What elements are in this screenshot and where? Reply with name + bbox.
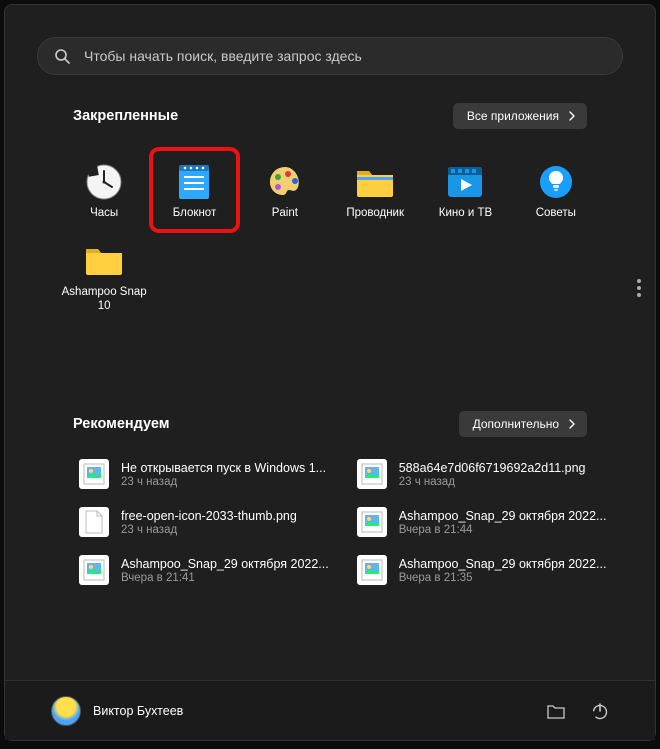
file-thumb-icon: [79, 507, 109, 537]
search-icon: [54, 48, 70, 64]
app-label: Часы: [90, 206, 118, 220]
footer-right: [547, 702, 609, 720]
search-box[interactable]: Чтобы начать поиск, введите запрос здесь: [37, 37, 623, 75]
recommended-item[interactable]: Ashampoo_Snap_29 октября 2022...Вчера в …: [73, 551, 335, 589]
app-label: Ashampoo Snap 10: [59, 285, 149, 314]
image-thumb-icon: [79, 459, 109, 489]
item-time: Вчера в 21:41: [121, 572, 329, 584]
tips-icon: [536, 162, 576, 202]
pinned-title: Закрепленные: [73, 108, 178, 124]
recommended-item[interactable]: 588a64e7d06f6719692a2d11.png23 ч назад: [351, 455, 613, 493]
app-tile-explorer[interactable]: Проводник: [330, 147, 420, 233]
notepad-icon: [174, 162, 214, 202]
recommended-title: Рекомендуем: [73, 416, 170, 432]
item-time: 23 ч назад: [121, 524, 297, 536]
recommended-item[interactable]: Ashampoo_Snap_29 октября 2022...Вчера в …: [351, 503, 613, 541]
all-apps-button[interactable]: Все приложения: [453, 103, 587, 129]
pinned-section: Закрепленные Все приложения Часы Блокнот: [37, 103, 623, 319]
image-thumb-icon: [357, 459, 387, 489]
app-tile-movies[interactable]: Кино и ТВ: [420, 147, 510, 233]
clock-icon: [84, 162, 124, 202]
explorer-icon: [355, 162, 395, 202]
app-tile-notepad[interactable]: Блокнот: [149, 147, 239, 233]
item-name: 588a64e7d06f6719692a2d11.png: [399, 461, 586, 475]
start-menu-panel: Чтобы начать поиск, введите запрос здесь…: [4, 4, 656, 741]
item-time: Вчера в 21:44: [399, 524, 607, 536]
user-button[interactable]: Виктор Бухтеев: [51, 696, 183, 726]
image-thumb-icon: [357, 555, 387, 585]
folder-icon: [84, 241, 124, 281]
item-time: 23 ч назад: [121, 476, 326, 488]
recommended-item[interactable]: Ashampoo_Snap_29 октября 2022...Вчера в …: [351, 551, 613, 589]
item-name: Ashampoo_Snap_29 октября 2022...: [399, 557, 607, 571]
more-label: Дополнительно: [473, 417, 559, 431]
search-placeholder: Чтобы начать поиск, введите запрос здесь: [84, 48, 362, 64]
app-label: Кино и ТВ: [439, 206, 492, 220]
pinned-grid: Часы Блокнот Paint Проводник: [59, 147, 601, 319]
app-tile-ashampoo[interactable]: Ashampoo Snap 10: [59, 233, 149, 319]
app-label: Paint: [272, 206, 298, 220]
app-tile-paint[interactable]: Paint: [240, 147, 330, 233]
user-name: Виктор Бухтеев: [93, 704, 183, 718]
app-tile-clock[interactable]: Часы: [59, 147, 149, 233]
item-name: Не открывается пуск в Windows 1...: [121, 461, 326, 475]
chevron-right-icon: [567, 111, 577, 121]
app-tile-tips[interactable]: Советы: [511, 147, 601, 233]
image-thumb-icon: [79, 555, 109, 585]
documents-icon[interactable]: [547, 703, 565, 719]
power-icon[interactable]: [591, 702, 609, 720]
item-name: Ashampoo_Snap_29 октября 2022...: [121, 557, 329, 571]
start-footer: Виктор Бухтеев: [5, 680, 655, 740]
all-apps-label: Все приложения: [467, 109, 559, 123]
app-label: Советы: [536, 206, 576, 220]
more-button[interactable]: Дополнительно: [459, 411, 587, 437]
movies-icon: [445, 162, 485, 202]
pinned-header: Закрепленные Все приложения: [73, 103, 587, 129]
recommended-item[interactable]: free-open-icon-2033-thumb.png23 ч назад: [73, 503, 335, 541]
recommended-grid: Не открывается пуск в Windows 1...23 ч н…: [73, 455, 587, 589]
item-time: Вчера в 21:35: [399, 572, 607, 584]
avatar: [51, 696, 81, 726]
app-label: Блокнот: [173, 206, 216, 220]
item-time: 23 ч назад: [399, 476, 586, 488]
paint-icon: [265, 162, 305, 202]
item-name: free-open-icon-2033-thumb.png: [121, 509, 297, 523]
chevron-right-icon: [567, 419, 577, 429]
recommended-item[interactable]: Не открывается пуск в Windows 1...23 ч н…: [73, 455, 335, 493]
image-thumb-icon: [357, 507, 387, 537]
item-name: Ashampoo_Snap_29 октября 2022...: [399, 509, 607, 523]
more-pages-button[interactable]: [633, 273, 645, 303]
app-label: Проводник: [346, 206, 404, 220]
recommended-section: Рекомендуем Дополнительно Не открывается…: [37, 411, 623, 589]
recommended-header: Рекомендуем Дополнительно: [73, 411, 587, 437]
